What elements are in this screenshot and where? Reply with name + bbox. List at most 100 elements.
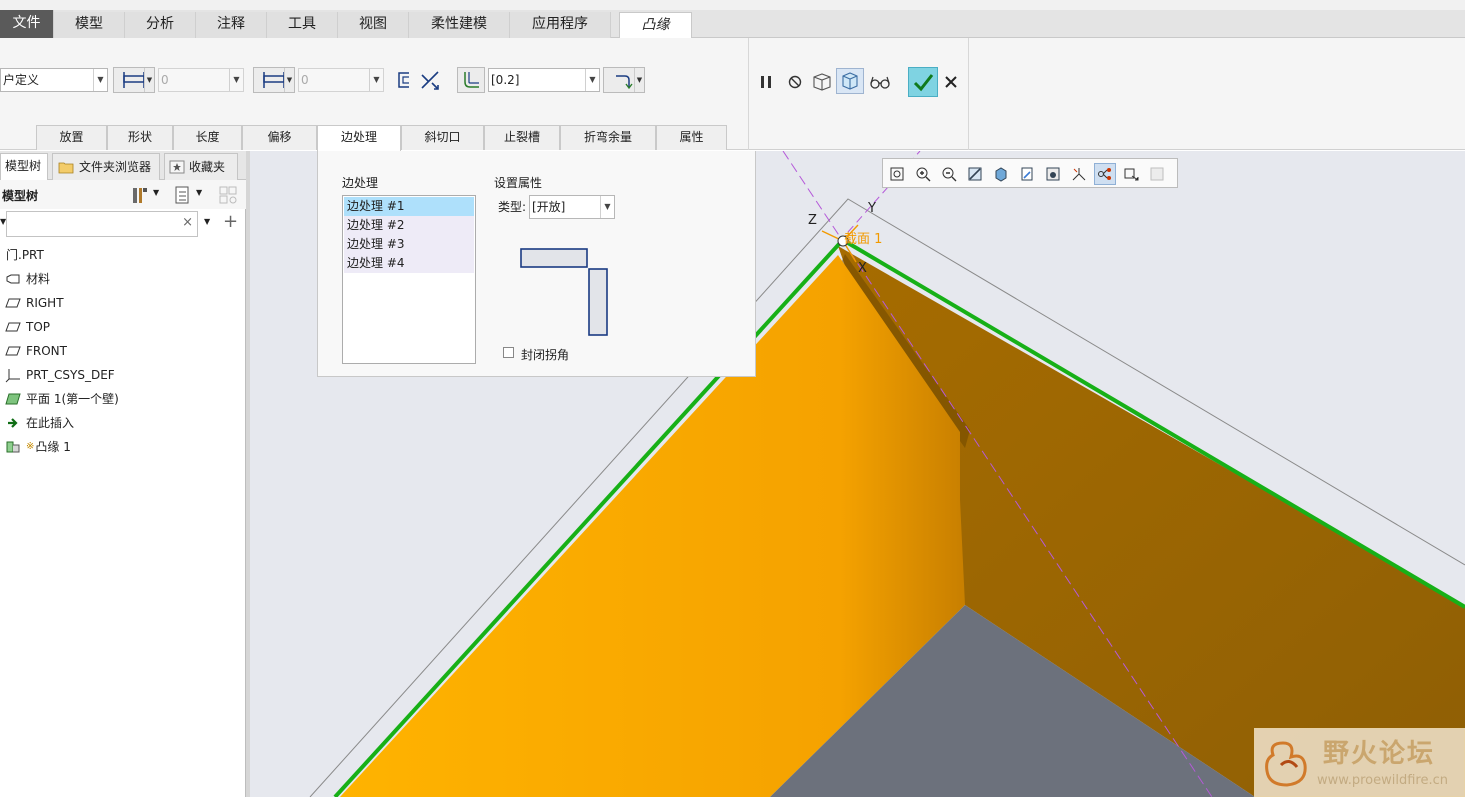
subtab-bend-allowance[interactable]: 折弯余量 <box>560 125 656 150</box>
tree-item-front[interactable]: FRONT <box>4 341 67 361</box>
length1-field[interactable]: 0 ▼ <box>158 68 244 92</box>
tab-flexible-modeling[interactable]: 柔性建模 <box>409 12 510 38</box>
tab-model-tree[interactable]: 模型树 <box>0 153 48 181</box>
tab-favorites[interactable]: 收藏夹 <box>164 153 238 180</box>
chevron-down-icon: ▼ <box>229 69 243 91</box>
forum-watermark: 野火论坛 www.proewildfire.cn <box>1254 728 1465 797</box>
zoom-in-icon[interactable] <box>912 163 934 185</box>
close-corner-label: 封闭拐角 <box>521 348 570 362</box>
separate-preview-icon[interactable] <box>810 70 834 94</box>
set-properties-label: 设置属性 <box>494 176 543 190</box>
subtab-offset[interactable]: 偏移 <box>242 125 317 150</box>
tree-item-material[interactable]: 材料 <box>4 269 50 289</box>
subtab-length[interactable]: 长度 <box>173 125 242 150</box>
preview-model-icon <box>842 72 858 90</box>
show-columns-icon[interactable] <box>170 183 194 207</box>
close-corner-checkbox[interactable] <box>503 347 514 358</box>
edge-treatment-item-4[interactable]: 边处理 #4 <box>344 254 474 273</box>
chevron-down-icon[interactable]: ▼ <box>153 188 159 197</box>
subtab-properties[interactable]: 属性 <box>656 125 727 150</box>
flip-direction-icon[interactable] <box>418 68 442 92</box>
chevron-down-icon[interactable]: ▼ <box>600 196 614 218</box>
planar-wall-icon <box>4 391 22 407</box>
repaint-icon[interactable] <box>964 163 986 185</box>
clear-search-icon[interactable]: × <box>182 215 193 230</box>
zoom-fit-icon[interactable] <box>886 163 908 185</box>
chevron-down-icon[interactable]: ▼ <box>284 68 294 92</box>
appearance-icon[interactable] <box>1146 163 1168 185</box>
tab-label: 收藏夹 <box>189 159 226 174</box>
edge-treatment-list-label: 边处理 <box>342 176 379 190</box>
bend-inside-icon <box>464 72 479 88</box>
tree-item-label: TOP <box>26 320 51 334</box>
display-style-icon[interactable] <box>990 163 1012 185</box>
saved-orientations-icon[interactable] <box>1016 163 1038 185</box>
bend-position-icon <box>616 75 633 90</box>
tab-file[interactable]: 文件 <box>0 10 54 38</box>
subtab-shape[interactable]: 形状 <box>107 125 173 150</box>
tab-applications[interactable]: 应用程序 <box>510 12 611 38</box>
chevron-down-icon[interactable]: ▼ <box>196 188 202 197</box>
edge-treatment-list[interactable]: 边处理 #1 边处理 #2 边处理 #3 边处理 #4 <box>342 195 476 364</box>
tab-annotate[interactable]: 注释 <box>196 12 267 38</box>
edge-treatment-item-1[interactable]: 边处理 #1 <box>344 197 474 216</box>
tab-folder-browser[interactable]: 文件夹浏览器 <box>52 153 160 180</box>
no-preview-icon[interactable] <box>783 70 807 94</box>
annotation-display-icon[interactable] <box>1094 163 1116 185</box>
tree-item-right[interactable]: RIGHT <box>4 293 64 313</box>
cancel-close-icon[interactable] <box>939 70 963 94</box>
ribbon-separator <box>748 38 749 150</box>
tree-item-flange[interactable]: ※ 凸缘 1 <box>4 437 71 457</box>
tab-flange[interactable]: 凸缘 <box>619 12 692 39</box>
pause-icon[interactable] <box>754 70 778 94</box>
tree-tools-icon[interactable] <box>128 183 152 207</box>
flip-side-icon[interactable] <box>393 68 417 92</box>
tree-item-insert-here[interactable]: 在此插入 <box>4 413 74 433</box>
shape-type-combo[interactable]: 户定义 ▼ <box>0 68 108 92</box>
edge-treatment-item-2[interactable]: 边处理 #2 <box>344 216 474 235</box>
edge-type-select[interactable]: [开放] ▼ <box>529 195 615 219</box>
tree-search-input[interactable]: × <box>6 211 198 237</box>
subtab-placement[interactable]: 放置 <box>36 125 107 150</box>
verify-preview-button[interactable] <box>836 68 864 94</box>
subtab-miter-cuts[interactable]: 斜切口 <box>401 125 484 150</box>
chevron-down-icon[interactable]: ▼ <box>634 68 644 92</box>
edge-treatment-item-3[interactable]: 边处理 #3 <box>344 235 474 254</box>
spin-center-icon[interactable] <box>1120 163 1142 185</box>
tree-item-top[interactable]: TOP <box>4 317 50 337</box>
subtab-edge-treatment[interactable]: 边处理 <box>317 125 401 151</box>
tree-item-csys[interactable]: PRT_CSYS_DEF <box>4 365 115 385</box>
chevron-down-icon[interactable]: ▼ <box>585 69 599 91</box>
insert-arrow-icon <box>4 415 22 431</box>
length-end-icon <box>263 72 285 88</box>
datum-display-icon[interactable] <box>1068 163 1090 185</box>
tab-tools[interactable]: 工具 <box>267 12 338 38</box>
forum-logo-icon <box>1265 741 1307 787</box>
bend-position-button[interactable]: ▼ <box>603 67 645 93</box>
model-tree-panel: 模型树 文件夹浏览器 收藏夹 模型树 ▼ ▼ ▼ × ▼ + 门.PRT 材料 … <box>0 151 246 797</box>
chevron-down-icon[interactable]: ▼ <box>144 68 154 92</box>
chevron-down-icon[interactable]: ▼ <box>204 217 210 226</box>
glasses-preview-icon[interactable] <box>868 70 892 94</box>
tab-view[interactable]: 视图 <box>338 12 409 38</box>
zoom-out-icon[interactable] <box>938 163 960 185</box>
tab-analysis[interactable]: 分析 <box>125 12 196 38</box>
chevron-down-icon[interactable]: ▼ <box>93 69 107 91</box>
tree-item-part[interactable]: 门.PRT <box>4 245 44 265</box>
length2-field[interactable]: 0 ▼ <box>298 68 384 92</box>
datum-plane-icon <box>4 295 22 311</box>
tab-model[interactable]: 模型 <box>54 12 125 38</box>
ok-button[interactable] <box>908 67 938 97</box>
section-label[interactable]: 截面 1 <box>844 228 882 247</box>
axis-label-z: Z <box>808 213 817 228</box>
bend-radius-side-button[interactable] <box>457 67 485 93</box>
subtab-relief[interactable]: 止裂槽 <box>484 125 560 150</box>
tree-item-planar-wall[interactable]: 平面 1(第一个壁) <box>4 389 119 409</box>
length-type1-button[interactable]: ▼ <box>113 67 155 93</box>
tree-item-label: 在此插入 <box>26 416 75 430</box>
tree-filter-icon[interactable] <box>216 183 240 207</box>
add-filter-icon[interactable]: + <box>223 211 238 232</box>
bend-radius-field[interactable]: [0.2] ▼ <box>488 68 600 92</box>
view-manager-icon[interactable] <box>1042 163 1064 185</box>
length-type2-button[interactable]: ▼ <box>253 67 295 93</box>
